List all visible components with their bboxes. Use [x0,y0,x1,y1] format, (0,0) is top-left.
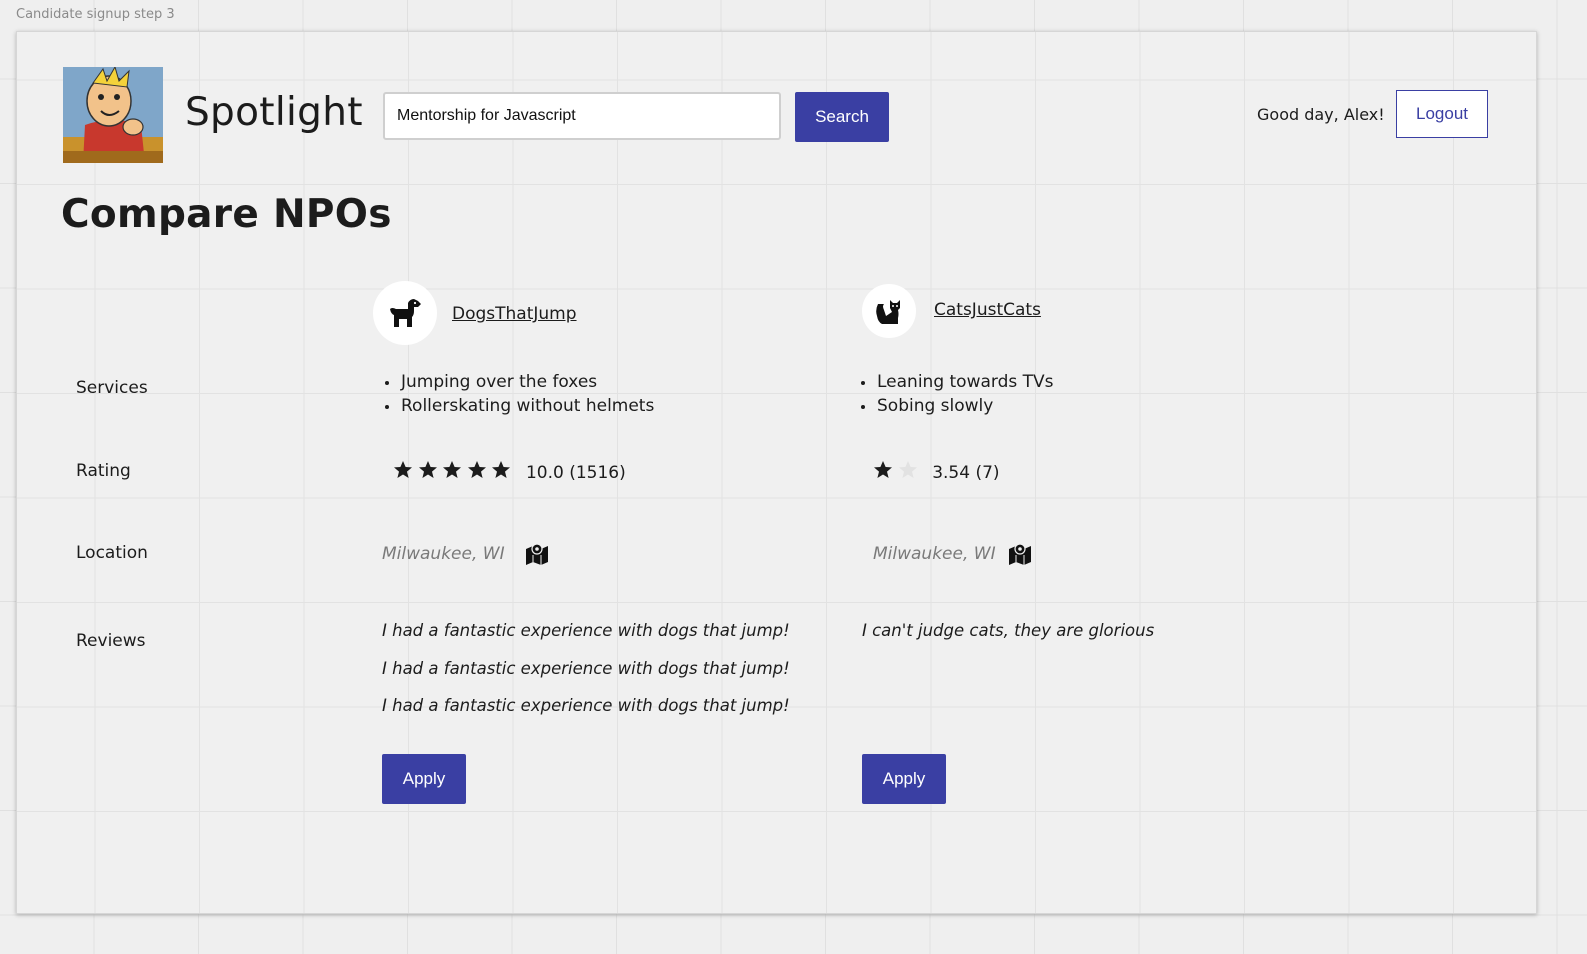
row-label-rating: Rating [76,461,131,481]
apply-button[interactable]: Apply [862,754,946,804]
board-label: Candidate signup step 3 [16,7,175,22]
map-icon[interactable] [525,543,549,565]
list-item: Sobing slowly [858,394,1054,418]
logout-button[interactable]: Logout [1396,90,1488,138]
review-text: I had a fantastic experience with dogs t… [382,696,790,715]
greeting-text: Good day, Alex! [1257,105,1385,124]
list-item: Rollerskating without helmets [382,394,654,418]
cat-icon [862,284,916,338]
search-input[interactable] [383,92,781,140]
page-title: Compare NPOs [61,192,392,237]
star-icon [393,460,413,480]
star-icon [442,460,462,480]
star-icon [491,460,511,480]
brand-name: Spotlight [185,90,363,135]
row-label-reviews: Reviews [76,631,146,651]
signup-frame: Spotlight Search Good day, Alex! Logout … [16,31,1537,914]
location-text: Milwaukee, WI [382,544,505,564]
review-text: I can't judge cats, they are glorious [862,621,1155,640]
services-list: Leaning towards TVs Sobing slowly [858,370,1054,418]
logo [63,67,163,163]
reviews: I had a fantastic experience with dogs t… [382,618,790,731]
rating: 10.0 (1516) [393,460,626,485]
npo-link[interactable]: CatsJustCats [934,300,1041,320]
map-icon[interactable] [1008,543,1032,565]
rating-text: 10.0 (1516) [525,462,626,483]
review-text: I had a fantastic experience with dogs t… [382,621,790,640]
list-item: Jumping over the foxes [382,370,654,394]
star-rating [873,460,922,485]
apply-button[interactable]: Apply [382,754,466,804]
search-button[interactable]: Search [795,92,889,142]
location: Milwaukee, WI [873,543,1032,565]
review-text: I had a fantastic experience with dogs t… [382,658,790,678]
star-icon [898,460,918,480]
list-item: Leaning towards TVs [858,370,1054,394]
npo-link[interactable]: DogsThatJump [452,304,577,324]
star-icon [418,460,438,480]
row-label-services: Services [76,378,148,398]
star-icon [873,460,893,480]
location-text: Milwaukee, WI [873,544,996,564]
rating-text: 3.54 (7) [932,462,1000,483]
reviews: I can't judge cats, they are glorious [862,618,1154,656]
row-label-location: Location [76,543,148,563]
star-icon [467,460,487,480]
dog-icon [373,281,437,345]
services-list: Jumping over the foxes Rollerskating wit… [382,370,654,418]
location: Milwaukee, WI [382,543,549,565]
rating: 3.54 (7) [873,460,1000,485]
star-rating [393,460,516,485]
